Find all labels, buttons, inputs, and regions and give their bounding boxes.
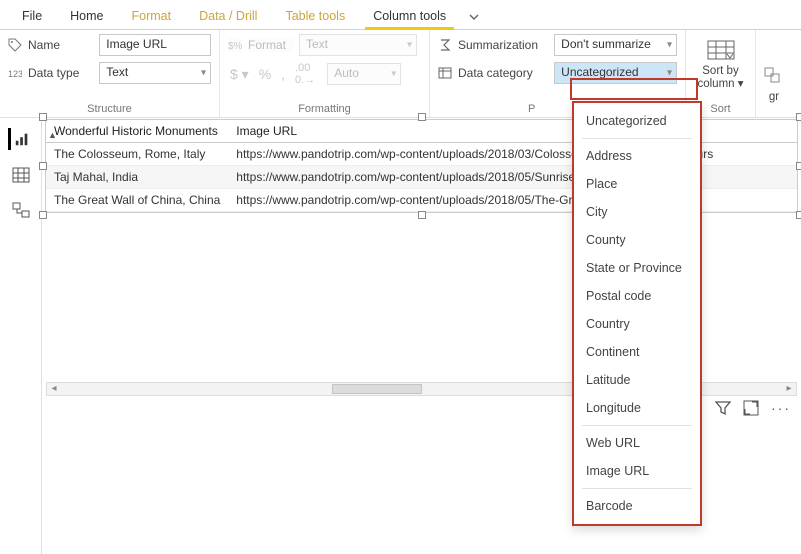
group-structure-label: Structure [8,101,211,115]
summarization-select[interactable]: Don't summarize▾ [554,34,677,56]
format-icon: $% [228,38,242,52]
sort-by-column-button[interactable]: Sort by column ▾ [694,34,748,94]
dd-item-barcode[interactable]: Barcode [574,492,700,520]
group-formatting-label: Formatting [228,101,421,115]
chevron-down-icon: ▾ [667,40,672,51]
left-view-rail [0,118,42,554]
category-icon [438,66,452,80]
dd-item-imageurl[interactable]: Image URL [574,457,700,485]
model-view-icon[interactable] [10,200,32,222]
name-input[interactable]: Image URL [99,34,211,56]
datatype-label: Data type [28,66,93,80]
svg-text:123: 123 [8,69,22,79]
data-category-select[interactable]: Uncategorized▾ [554,62,677,84]
dd-item-place[interactable]: Place [574,170,700,198]
scroll-thumb[interactable] [332,384,422,394]
groups-button-cut[interactable]: gr [759,53,789,113]
focus-mode-icon[interactable] [743,400,759,416]
dd-item-state[interactable]: State or Province [574,254,700,282]
data-view-icon[interactable] [10,164,32,186]
datatype-icon: 123 [8,66,22,80]
scroll-left-icon[interactable]: ◂ [47,383,61,395]
currency-buttons: $ ▾ % , .000.→ [228,62,315,86]
tag-icon [8,38,22,52]
dd-item-country[interactable]: Country [574,310,700,338]
dd-item-uncategorized[interactable]: Uncategorized [574,107,700,135]
name-label: Name [28,38,93,52]
visual-header-icons: ··· [715,400,791,416]
tab-home[interactable]: Home [56,3,117,29]
column-header-monuments[interactable]: ▲Wonderful Historic Monuments [46,120,228,143]
dd-item-longitude[interactable]: Longitude [574,394,700,422]
format-select: Text▾ [299,34,417,56]
data-category-label: Data category [458,66,548,80]
data-category-dropdown: Uncategorized Address Place City County … [572,101,702,526]
sort-icon [707,39,735,63]
dd-item-postal[interactable]: Postal code [574,282,700,310]
chevron-down-icon: ▾ [667,68,672,79]
tab-file[interactable]: File [8,3,56,29]
decimal-places-input: Auto▾ [327,63,401,85]
dd-item-city[interactable]: City [574,198,700,226]
dd-item-county[interactable]: County [574,226,700,254]
tab-overflow-icon[interactable] [460,5,488,29]
format-label: Format [248,38,293,52]
dd-item-weburl[interactable]: Web URL [574,429,700,457]
percent-icon: % [259,66,271,82]
sigma-icon [438,38,452,52]
dd-item-address[interactable]: Address [574,142,700,170]
decimal-icon: .000.→ [295,62,315,86]
thousands-icon: , [281,66,285,82]
dd-item-continent[interactable]: Continent [574,338,700,366]
scroll-right-icon[interactable]: ▸ [782,383,796,395]
svg-text:$%: $% [228,41,242,52]
ribbon-tabstrip: File Home Format Data / Drill Table tool… [0,0,801,30]
sort-label: Sort by column ▾ [697,65,743,90]
chevron-down-icon: ▾ [201,68,206,79]
tab-data-drill[interactable]: Data / Drill [185,3,271,29]
more-options-icon[interactable]: ··· [771,400,791,416]
dd-item-latitude[interactable]: Latitude [574,366,700,394]
tab-column-tools[interactable]: Column tools [359,3,460,29]
column-header-imageurl[interactable]: Image URL [228,120,797,143]
filter-icon[interactable] [715,400,731,416]
tab-table-tools[interactable]: Table tools [271,3,359,29]
group-icon [760,65,788,89]
tab-format[interactable]: Format [118,3,186,29]
datatype-select[interactable]: Text▾ [99,62,211,84]
currency-icon: $ ▾ [230,66,249,83]
report-view-icon[interactable] [8,128,30,150]
summarization-label: Summarization [458,38,548,52]
